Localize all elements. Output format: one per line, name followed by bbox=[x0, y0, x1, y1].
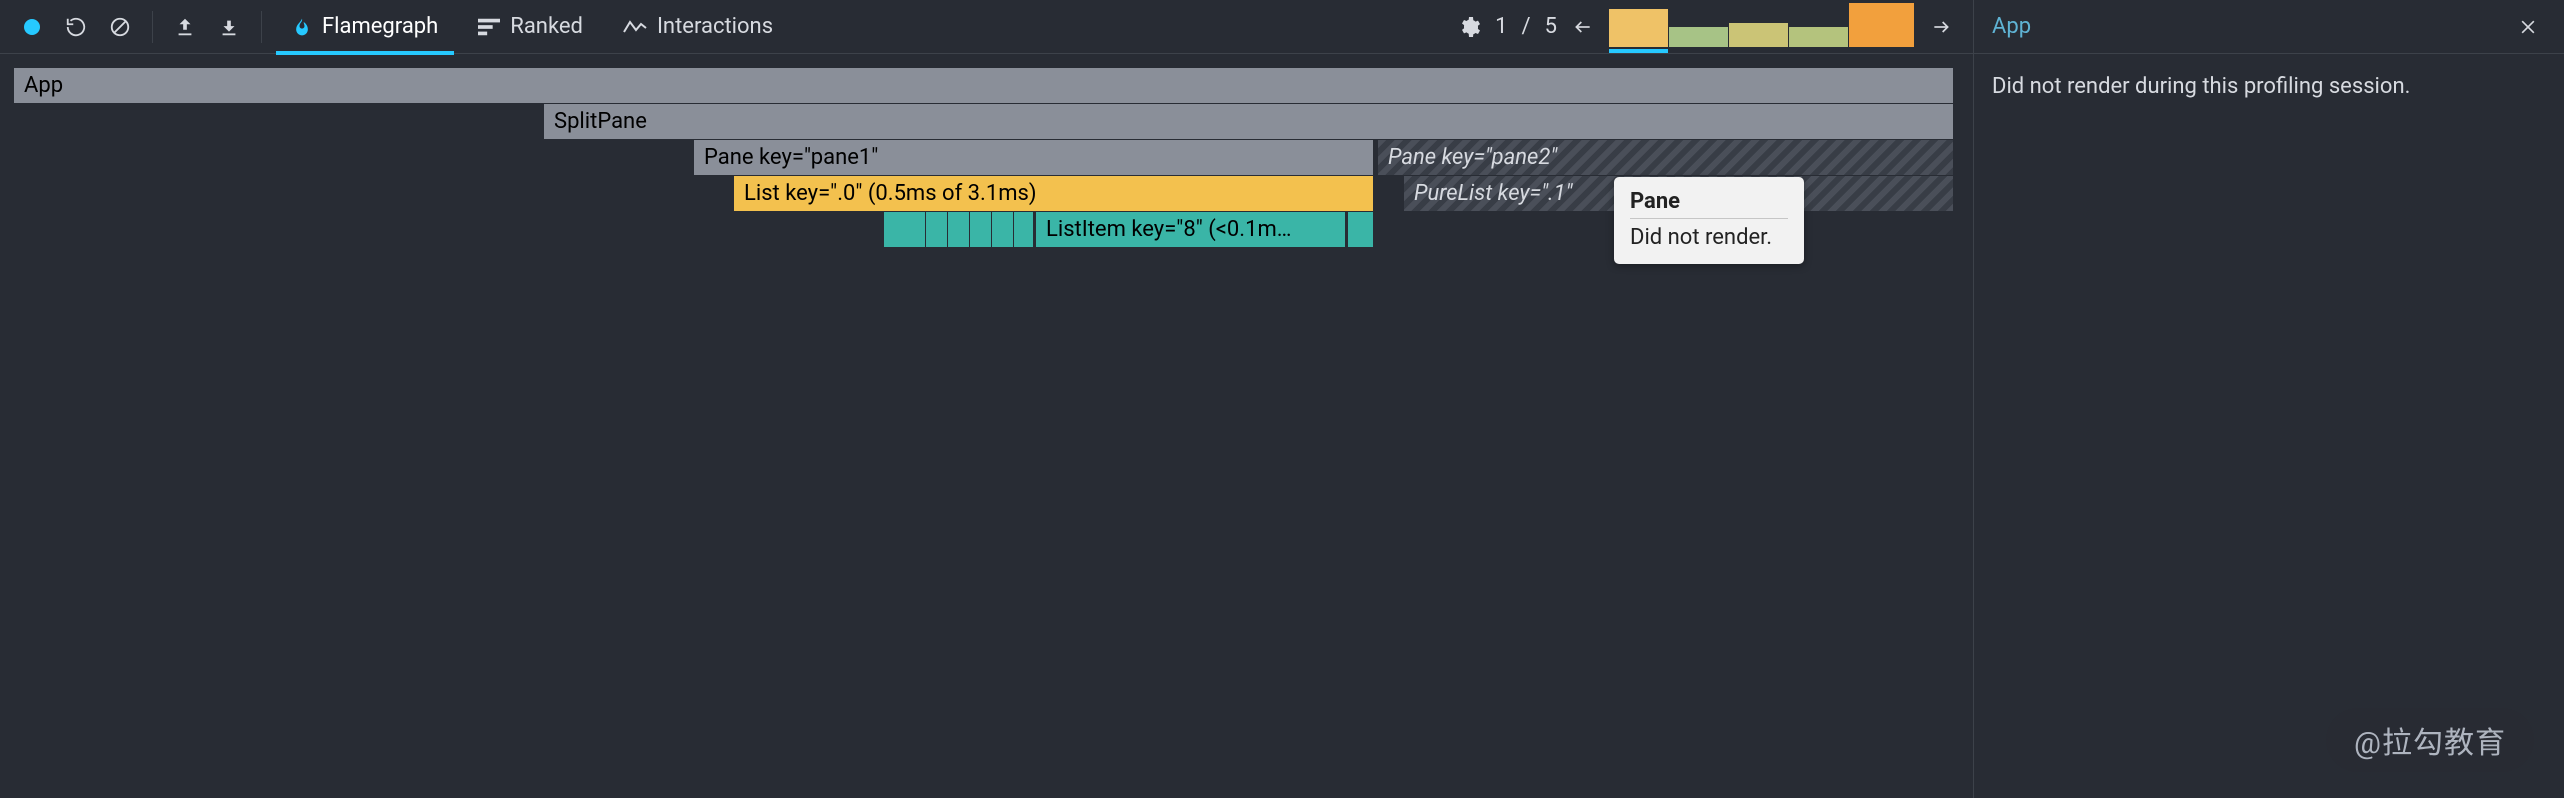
flame-bar-splitpane[interactable]: SplitPane bbox=[544, 104, 1954, 139]
details-sidebar: App Did not render during this profiling… bbox=[1974, 0, 2564, 798]
tab-flamegraph[interactable]: Flamegraph bbox=[276, 0, 454, 54]
commit-current: 1 bbox=[1495, 14, 1507, 39]
watermark: @拉勾教育 bbox=[2326, 708, 2534, 772]
flame-bar-listitem-seg[interactable] bbox=[1014, 212, 1034, 247]
commit-counter: 1 / 5 bbox=[1495, 14, 1557, 39]
commit-bar-4[interactable] bbox=[1789, 27, 1849, 47]
divider bbox=[152, 11, 153, 43]
tab-label: Ranked bbox=[510, 14, 583, 39]
flame-bar-listitem-seg[interactable] bbox=[884, 212, 926, 247]
commit-bar-chart[interactable] bbox=[1609, 7, 1915, 47]
tooltip-body: Did not render. bbox=[1630, 225, 1788, 250]
tab-ranked[interactable]: Ranked bbox=[462, 0, 599, 54]
divider bbox=[261, 11, 262, 43]
flame-bar-listitem-seg[interactable] bbox=[926, 212, 948, 247]
tooltip-title: Pane bbox=[1630, 189, 1788, 219]
flame-bar-pane2[interactable]: Pane key="pane2" bbox=[1378, 140, 1954, 175]
download-icon[interactable] bbox=[211, 9, 247, 45]
flame-label: SplitPane bbox=[554, 109, 647, 134]
flame-bar-pane1[interactable]: Pane key="pane1" bbox=[694, 140, 1374, 175]
flame-icon bbox=[292, 15, 312, 39]
settings-icon[interactable] bbox=[1451, 9, 1487, 45]
flame-label: Pane key="pane1" bbox=[704, 145, 878, 170]
commit-bar-2[interactable] bbox=[1669, 27, 1729, 47]
flame-bar-app[interactable]: App bbox=[14, 68, 1954, 103]
flame-bar-listitem-seg[interactable] bbox=[1348, 212, 1374, 247]
tooltip: Pane Did not render. bbox=[1614, 177, 1804, 264]
next-commit-icon[interactable] bbox=[1923, 9, 1959, 45]
commit-bar-1[interactable] bbox=[1609, 9, 1669, 47]
sidebar-title: App bbox=[1992, 14, 2031, 39]
flame-bar-listitem8[interactable]: ListItem key="8" (<0.1m… bbox=[1036, 212, 1346, 247]
flame-label: Pane key="pane2" bbox=[1388, 145, 1557, 170]
close-icon[interactable] bbox=[2510, 9, 2546, 45]
tab-interactions[interactable]: Interactions bbox=[607, 0, 789, 54]
tab-label: Interactions bbox=[657, 14, 773, 39]
ranked-icon bbox=[478, 18, 500, 36]
commit-bar-3[interactable] bbox=[1729, 23, 1789, 47]
interactions-icon bbox=[623, 18, 647, 36]
tab-label: Flamegraph bbox=[322, 14, 438, 39]
upload-icon[interactable] bbox=[167, 9, 203, 45]
reload-icon[interactable] bbox=[58, 9, 94, 45]
flame-label: PureList key=".1" bbox=[1414, 181, 1573, 206]
flame-label: List key=".0" (0.5ms of 3.1ms) bbox=[744, 181, 1037, 206]
flame-bar-list[interactable]: List key=".0" (0.5ms of 3.1ms) bbox=[734, 176, 1374, 211]
sidebar-body: Did not render during this profiling ses… bbox=[1974, 54, 2564, 119]
toolbar: Flamegraph Ranked Interactions 1 bbox=[0, 0, 1973, 54]
commit-sep: / bbox=[1522, 14, 1531, 39]
record-icon[interactable] bbox=[14, 9, 50, 45]
flame-bar-listitem-seg[interactable] bbox=[992, 212, 1014, 247]
flame-label: App bbox=[24, 73, 63, 98]
commit-bar-5[interactable] bbox=[1849, 3, 1915, 47]
flame-label: ListItem key="8" (<0.1m… bbox=[1046, 217, 1291, 242]
prev-commit-icon[interactable] bbox=[1565, 9, 1601, 45]
flamegraph-area: App SplitPane Pane key="pane1" Pane key=… bbox=[0, 54, 1973, 262]
flame-bar-listitem-seg[interactable] bbox=[948, 212, 970, 247]
flame-bar-listitem-seg[interactable] bbox=[970, 212, 992, 247]
clear-icon[interactable] bbox=[102, 9, 138, 45]
flame-bar-listitems-group[interactable] bbox=[884, 212, 1034, 247]
commit-total: 5 bbox=[1545, 14, 1557, 39]
